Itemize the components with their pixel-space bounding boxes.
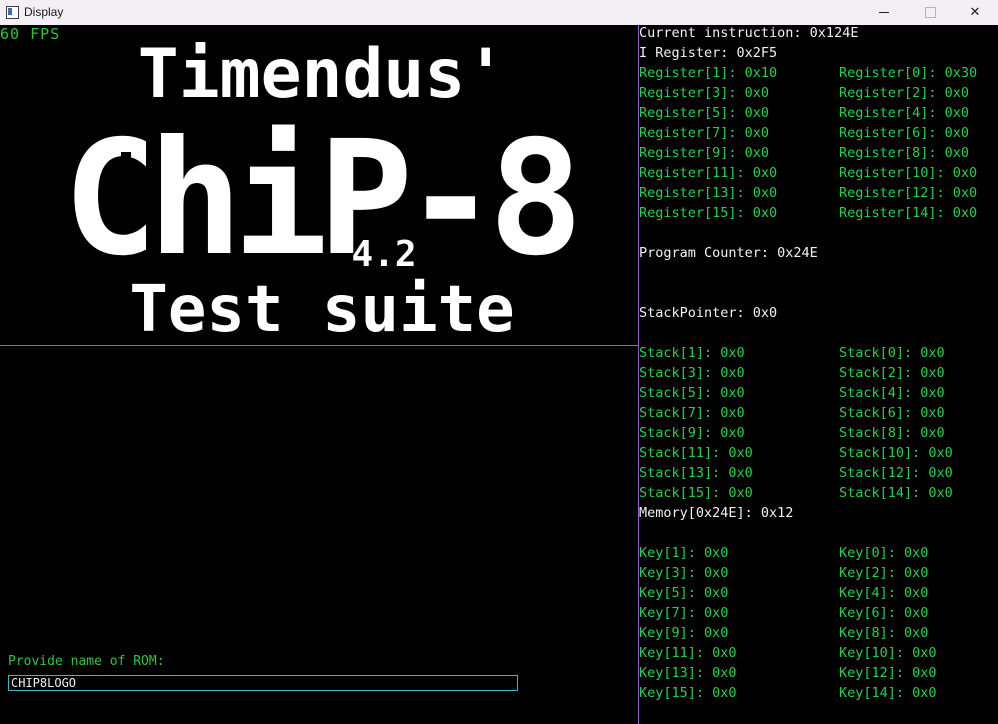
- key-row: Key[12]: 0x0: [839, 665, 937, 681]
- window-title: Display: [24, 5, 64, 19]
- key-row: Key[8]: 0x0: [839, 625, 929, 641]
- key-row: Key[15]: 0x0: [639, 685, 737, 701]
- register-row: Register[10]: 0x0: [839, 165, 978, 181]
- key-row: Key[2]: 0x0: [839, 565, 929, 581]
- stack-row: Stack[11]: 0x0: [639, 445, 753, 461]
- stack-row: Stack[3]: 0x0: [639, 365, 745, 381]
- stack-row: Stack[12]: 0x0: [839, 465, 953, 481]
- logo-version: 4.2: [351, 234, 416, 275]
- rom-name-input[interactable]: [8, 675, 518, 691]
- register-row: Register[15]: 0x0: [639, 205, 778, 221]
- rom-prompt-label: Provide name of ROM:: [8, 654, 165, 669]
- key-row: Key[5]: 0x0: [639, 585, 729, 601]
- register-row: Register[1]: 0x10: [639, 65, 778, 81]
- chip8-logo: Timendus' ChiP-8 4.2 Test suite: [63, 35, 585, 345]
- register-row: Register[12]: 0x0: [839, 185, 978, 201]
- register-row: Register[11]: 0x0: [639, 165, 778, 181]
- key-row: Key[10]: 0x0: [839, 645, 937, 661]
- key-row: Key[4]: 0x0: [839, 585, 929, 601]
- stack-row: Stack[9]: 0x0: [639, 425, 745, 441]
- debug-panel: Current instruction: 0x124E I Register: …: [639, 25, 998, 724]
- stack-row: Stack[15]: 0x0: [639, 485, 753, 501]
- maximize-button[interactable]: [907, 0, 953, 25]
- register-row: Register[8]: 0x0: [839, 145, 970, 161]
- stack-row: Stack[2]: 0x0: [839, 365, 945, 381]
- stack-row: Stack[8]: 0x0: [839, 425, 945, 441]
- register-row: Register[9]: 0x0: [639, 145, 770, 161]
- logo-line2: ChiP-8: [63, 107, 575, 291]
- app-window-icon: [6, 6, 19, 19]
- i-register: I Register: 0x2F5: [639, 45, 778, 61]
- register-row: Register[3]: 0x0: [639, 85, 770, 101]
- logo-line1: Timendus': [138, 35, 506, 114]
- key-row: Key[0]: 0x0: [839, 545, 929, 561]
- stack-pointer: StackPointer: 0x0: [639, 305, 778, 321]
- key-row: Key[14]: 0x0: [839, 685, 937, 701]
- register-row: Register[5]: 0x0: [639, 105, 770, 121]
- key-row: Key[7]: 0x0: [639, 605, 729, 621]
- stack-row: Stack[14]: 0x0: [839, 485, 953, 501]
- stack-row: Stack[6]: 0x0: [839, 405, 945, 421]
- close-button[interactable]: ✕: [952, 0, 998, 25]
- maximize-icon: [924, 7, 936, 18]
- register-row: Register[0]: 0x30: [839, 65, 978, 81]
- minimize-button[interactable]: [861, 0, 907, 25]
- stack-row: Stack[13]: 0x0: [639, 465, 753, 481]
- main-area: Timendus' ChiP-8 4.2 Test suite 60 FPS C…: [0, 25, 998, 724]
- key-row: Key[9]: 0x0: [639, 625, 729, 641]
- memory-readout: Memory[0x24E]: 0x12: [639, 505, 794, 521]
- key-row: Key[11]: 0x0: [639, 645, 737, 661]
- key-row: Key[3]: 0x0: [639, 565, 729, 581]
- fps-counter: 60 FPS: [0, 25, 61, 43]
- register-row: Register[7]: 0x0: [639, 125, 770, 141]
- current-instruction: Current instruction: 0x124E: [639, 25, 859, 41]
- stack-row: Stack[1]: 0x0: [639, 345, 745, 361]
- key-row: Key[1]: 0x0: [639, 545, 729, 561]
- title-bar: Display ✕: [0, 0, 998, 26]
- register-row: Register[2]: 0x0: [839, 85, 970, 101]
- key-row: Key[13]: 0x0: [639, 665, 737, 681]
- stack-row: Stack[7]: 0x0: [639, 405, 745, 421]
- register-row: Register[14]: 0x0: [839, 205, 978, 221]
- program-counter: Program Counter: 0x24E: [639, 245, 818, 261]
- register-row: Register[13]: 0x0: [639, 185, 778, 201]
- stack-row: Stack[4]: 0x0: [839, 385, 945, 401]
- stack-row: Stack[0]: 0x0: [839, 345, 945, 361]
- minimize-icon: [879, 12, 889, 13]
- logo-line3: Test suite: [129, 273, 514, 345]
- stack-row: Stack[10]: 0x0: [839, 445, 953, 461]
- register-row: Register[4]: 0x0: [839, 105, 970, 121]
- close-icon: ✕: [969, 5, 981, 20]
- stack-row: Stack[5]: 0x0: [639, 385, 745, 401]
- register-row: Register[6]: 0x0: [839, 125, 970, 141]
- chip8-screen: Timendus' ChiP-8 4.2 Test suite 60 FPS: [0, 25, 638, 346]
- key-row: Key[6]: 0x0: [839, 605, 929, 621]
